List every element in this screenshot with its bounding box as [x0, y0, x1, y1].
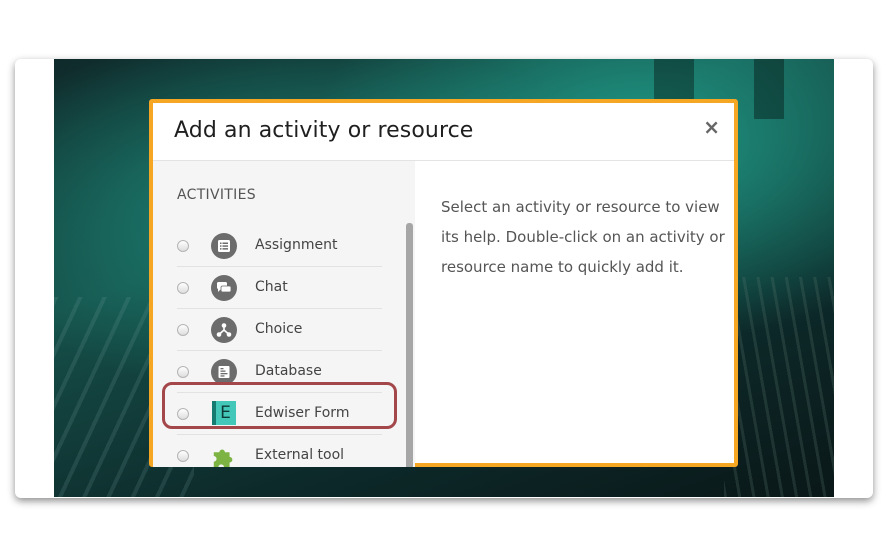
help-text: Select an activity or resource to view i…: [441, 198, 725, 276]
dialog-title: Add an activity or resource: [174, 118, 474, 143]
activity-label[interactable]: External tool: [255, 447, 344, 463]
activity-label[interactable]: Database: [255, 363, 322, 379]
radio-button[interactable]: [177, 240, 189, 252]
assignment-icon: [211, 233, 237, 259]
background-keyboard: [724, 277, 834, 497]
close-button[interactable]: ×: [703, 115, 720, 139]
dialog-header: Add an activity or resource ×: [153, 103, 734, 161]
chat-icon: [211, 275, 237, 301]
background-shape: [754, 59, 784, 119]
radio-button[interactable]: [177, 324, 189, 336]
activity-label[interactable]: Choice: [255, 321, 302, 337]
list-scrollbar[interactable]: [406, 223, 413, 467]
radio-button[interactable]: [177, 450, 189, 462]
radio-button[interactable]: [177, 282, 189, 294]
highlight-annotation: [162, 382, 397, 429]
section-label-activities: ACTIVITIES: [177, 187, 256, 203]
activity-item-choice[interactable]: Choice: [177, 309, 382, 351]
choice-icon: [211, 317, 237, 343]
puzzle-icon: [211, 443, 237, 467]
activity-label[interactable]: Assignment: [255, 237, 337, 253]
activity-item-chat[interactable]: Chat: [177, 267, 382, 309]
activity-item-external-tool[interactable]: External tool: [177, 435, 382, 467]
radio-button[interactable]: [177, 366, 189, 378]
activity-item-assignment[interactable]: Assignment: [177, 225, 382, 267]
activity-label[interactable]: Chat: [255, 279, 288, 295]
